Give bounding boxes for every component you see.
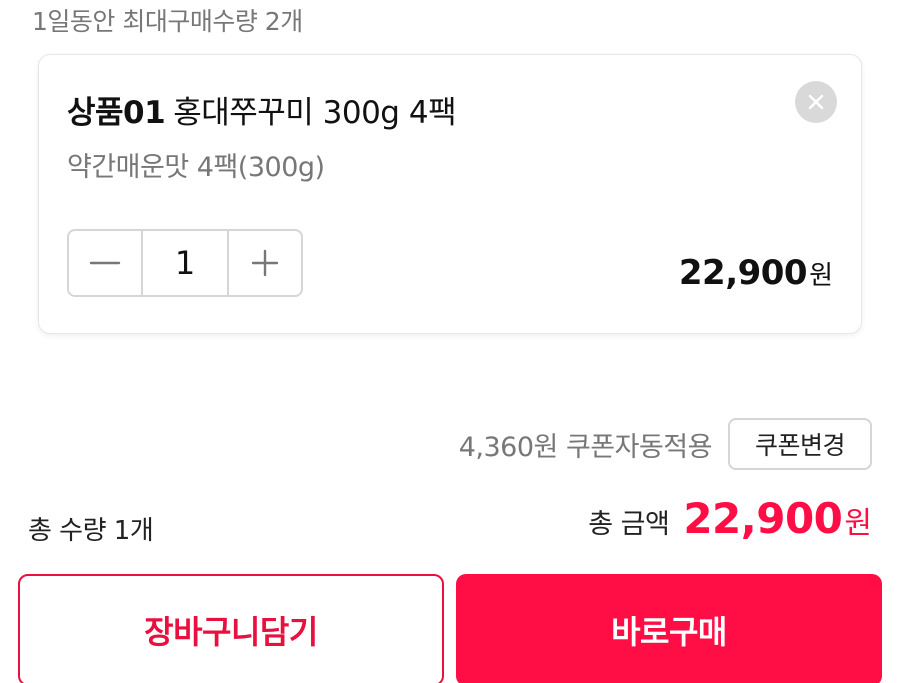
total-amount-unit: 원 [844,506,872,541]
purchase-limit-note: 1일동안 최대구매수량 2개 [32,7,303,36]
remove-item-button[interactable] [795,81,837,123]
selected-item-card: 상품01 홍대쭈꾸미 300g 4팩 약간매운맛 4팩(300g) 1 22,90… [38,54,862,334]
total-quantity: 총 수량 1개 [28,516,154,546]
item-option: 약간매운맛 4팩(300g) [67,152,325,183]
coupon-applied-text: 4,360원 쿠폰자동적용 [458,431,713,463]
quantity-stepper: 1 [67,229,303,297]
close-icon [808,94,824,110]
item-price: 22,900원 [679,253,833,293]
add-to-cart-button[interactable]: 장바구니담기 [18,574,444,683]
plus-icon [251,249,279,277]
item-name: 홍대쭈꾸미 300g 4팩 [173,95,457,131]
purchase-panel: 1일동안 최대구매수량 2개 상품01 홍대쭈꾸미 300g 4팩 약간매운맛 4… [0,0,900,683]
item-title: 상품01 홍대쭈꾸미 300g 4팩 [67,87,457,132]
item-price-unit: 원 [809,261,833,291]
total-amount: 총 금액 22,900 원 [588,494,872,543]
increment-button[interactable] [229,231,301,295]
item-price-value: 22,900 [678,253,808,293]
buy-now-button[interactable]: 바로구매 [456,574,882,683]
item-code: 상품01 [67,95,166,131]
coupon-row: 4,360원 쿠폰자동적용 쿠폰변경 [459,418,872,470]
quantity-value[interactable]: 1 [141,231,229,295]
total-amount-value: 22,900 [683,494,843,543]
change-coupon-button[interactable]: 쿠폰변경 [728,418,872,470]
total-amount-label: 총 금액 [588,509,670,540]
minus-icon [89,261,121,265]
decrement-button[interactable] [69,231,141,295]
